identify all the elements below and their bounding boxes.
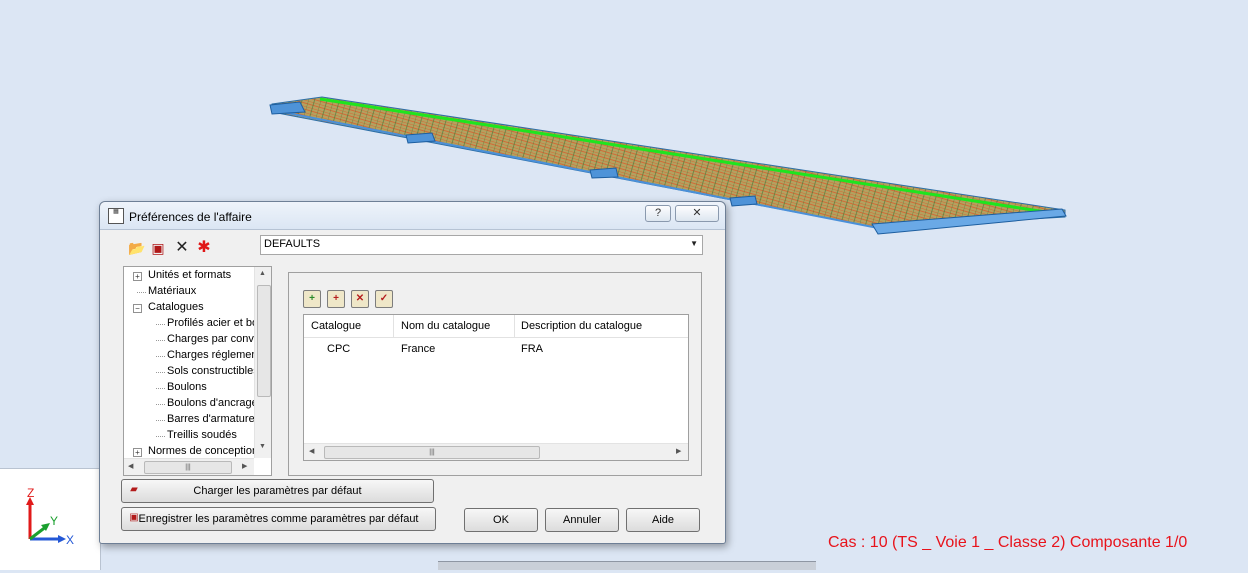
column-header-catalog-name[interactable]: Nom du catalogue bbox=[401, 320, 490, 332]
load-defaults-label: Charger les paramètres par défaut bbox=[193, 485, 362, 497]
reset-icon[interactable]: ✱ bbox=[196, 240, 212, 256]
tree-item-buildable-soils[interactable]: Sols constructibles bbox=[167, 364, 259, 378]
project-preferences-dialog: ▦ Préférences de l'affaire ? ✕ 📂 ▣ ✕ ✱ D… bbox=[99, 201, 726, 544]
save-as-defaults-button[interactable]: ▣ Enregistrer les paramètres comme param… bbox=[121, 507, 436, 531]
expand-plus-icon[interactable]: + bbox=[133, 448, 142, 457]
tree-item-bolts[interactable]: Boulons bbox=[167, 380, 207, 394]
tree-vertical-scrollbar[interactable]: ▲ ▼ bbox=[254, 267, 271, 458]
load-case-status: Cas : 10 (TS _ Voie 1 _ Classe 2) Compos… bbox=[828, 534, 1188, 551]
tree-item-units-formats[interactable]: Unités et formats bbox=[148, 268, 231, 282]
scroll-left-arrow-icon[interactable]: ◀ bbox=[309, 447, 314, 455]
scroll-up-arrow-icon[interactable]: ▲ bbox=[259, 270, 266, 277]
save-as-defaults-label: Enregistrer les paramètres comme paramèt… bbox=[138, 513, 419, 525]
help-button[interactable]: Aide bbox=[626, 508, 700, 532]
axis-panel: Z Y X bbox=[0, 468, 101, 570]
table-cell-catalog[interactable]: CPC bbox=[327, 343, 350, 355]
check-catalog-icon[interactable]: ✓ bbox=[375, 290, 393, 308]
tree-item-anchor-bolts[interactable]: Boulons d'ancrage bbox=[167, 396, 258, 410]
tree-item-regulatory-loads[interactable]: Charges réglemen bbox=[167, 348, 258, 362]
tree-item-catalogs[interactable]: Catalogues bbox=[148, 300, 204, 314]
tree-item-steel-profiles[interactable]: Profilés acier et bo bbox=[167, 316, 258, 330]
robot-app-icon: ▦ bbox=[108, 208, 124, 224]
axis-gizmo-icon: Z Y X bbox=[26, 486, 74, 547]
catalog-panel: + + ✕ ✓ Catalogue Nom du catalogue Descr… bbox=[288, 272, 702, 476]
scroll-right-arrow-icon[interactable]: ▶ bbox=[242, 462, 247, 470]
ok-button[interactable]: OK bbox=[464, 508, 538, 532]
open-folder-icon[interactable]: 📂 bbox=[128, 240, 145, 256]
load-defaults-button[interactable]: ▰ Charger les paramètres par défaut bbox=[121, 479, 434, 503]
expand-plus-icon[interactable]: + bbox=[133, 272, 142, 281]
scroll-left-arrow-icon[interactable]: ◀ bbox=[128, 462, 133, 470]
scroll-right-arrow-icon[interactable]: ▶ bbox=[676, 447, 681, 455]
cancel-button[interactable]: Annuler bbox=[545, 508, 619, 532]
tree-item-design-codes[interactable]: Normes de conception bbox=[148, 444, 258, 458]
tree-horizontal-scrollbar[interactable]: ◀ ||| ▶ bbox=[124, 458, 254, 475]
load-defaults-icon: ▰ bbox=[130, 484, 138, 495]
deck-centerline bbox=[319, 97, 1053, 215]
remove-catalog-icon[interactable]: ✕ bbox=[351, 290, 369, 308]
save-icon[interactable]: ▣ bbox=[150, 240, 166, 256]
tree-scroll-thumb[interactable] bbox=[257, 285, 271, 397]
catalog-horizontal-scrollbar[interactable]: ◀ ||| ▶ bbox=[304, 443, 688, 460]
catalog-list: Catalogue Nom du catalogue Description d… bbox=[303, 314, 689, 461]
support-1 bbox=[405, 132, 436, 144]
axis-z-label: Z bbox=[27, 486, 34, 500]
table-cell-catalog-name[interactable]: France bbox=[401, 343, 435, 355]
tree-item-conventional-loads[interactable]: Charges par conve bbox=[167, 332, 260, 346]
titlebar-help-button[interactable]: ? bbox=[645, 205, 671, 222]
tree-hscroll-thumb[interactable]: ||| bbox=[144, 461, 232, 474]
scroll-down-arrow-icon[interactable]: ▼ bbox=[259, 443, 266, 450]
profile-select-value: DEFAULTS bbox=[264, 238, 321, 250]
support-3 bbox=[729, 195, 758, 207]
axis-y-label: Y bbox=[50, 514, 58, 528]
dialog-title: Préférences de l'affaire bbox=[129, 210, 252, 224]
catalog-list-header: Catalogue Nom du catalogue Description d… bbox=[304, 315, 688, 338]
preferences-profile-select[interactable]: DEFAULTS ▼ bbox=[260, 235, 703, 255]
tree-item-rebars[interactable]: Barres d'armature bbox=[167, 412, 255, 426]
add-catalog-icon[interactable]: + bbox=[303, 290, 321, 308]
tree-item-welded-mesh[interactable]: Treillis soudés bbox=[167, 428, 237, 442]
titlebar-close-button[interactable]: ✕ bbox=[675, 205, 719, 222]
import-catalog-icon[interactable]: + bbox=[327, 290, 345, 308]
delete-icon[interactable]: ✕ bbox=[174, 240, 190, 256]
tree-item-materials[interactable]: Matériaux bbox=[148, 284, 196, 298]
collapse-minus-icon[interactable]: − bbox=[133, 304, 142, 313]
catalog-hscroll-thumb[interactable]: ||| bbox=[324, 446, 540, 459]
chevron-down-icon[interactable]: ▼ bbox=[690, 239, 698, 248]
column-header-catalog-description[interactable]: Description du catalogue bbox=[521, 320, 642, 332]
axis-x-label: X bbox=[66, 533, 74, 547]
support-2 bbox=[589, 167, 619, 179]
preferences-tree: + Unités et formats Matériaux − Catalogu… bbox=[123, 266, 272, 476]
save-defaults-icon: ▣ bbox=[129, 512, 139, 523]
table-cell-catalog-description[interactable]: FRA bbox=[521, 343, 543, 355]
dialog-titlebar[interactable]: ▦ Préférences de l'affaire ? ✕ bbox=[100, 202, 725, 230]
column-header-catalog[interactable]: Catalogue bbox=[311, 320, 361, 332]
